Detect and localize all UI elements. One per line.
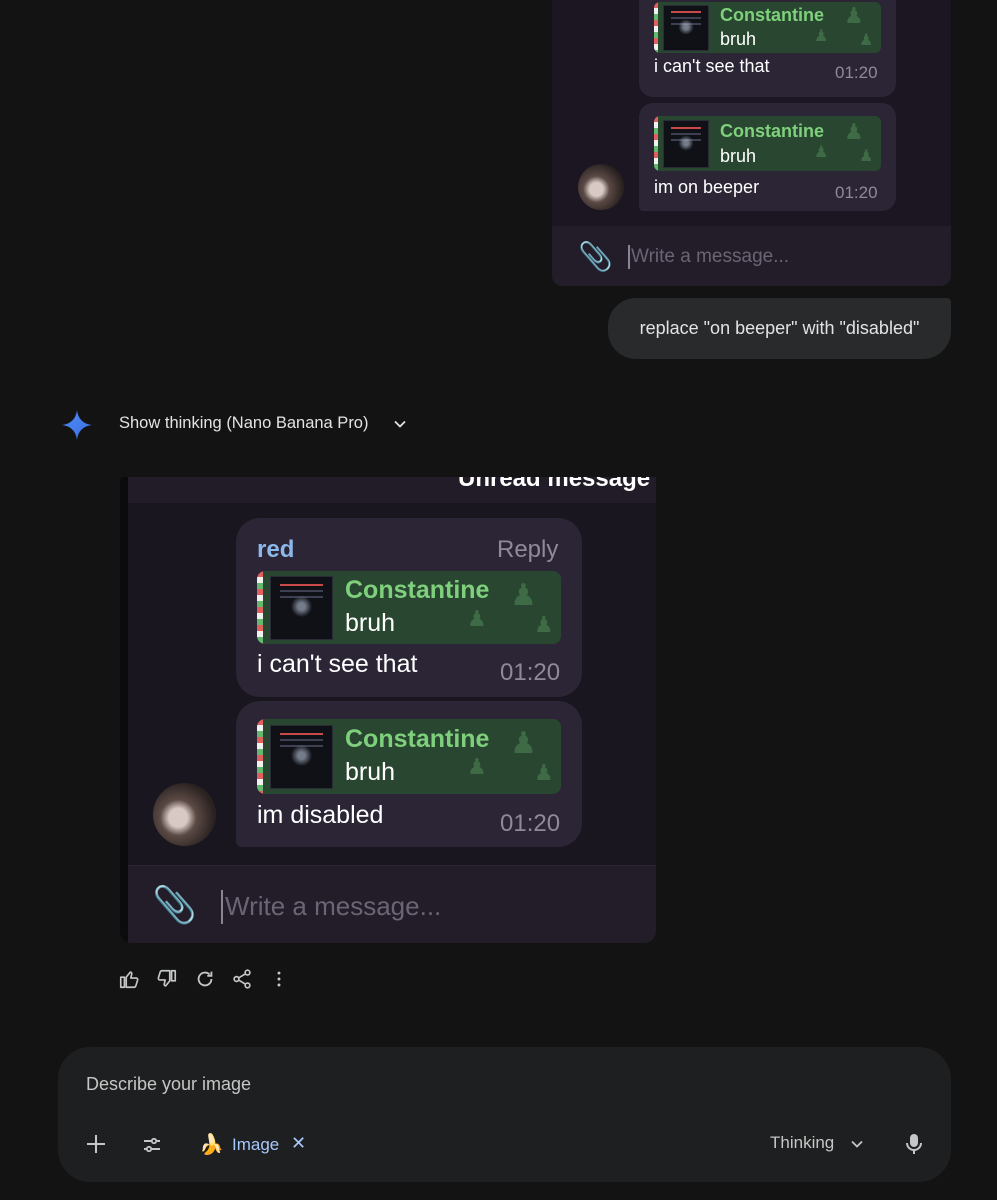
message-time: 01:20: [500, 659, 561, 686]
quote-thumbnail: [270, 576, 333, 640]
message-text: im on beeper: [654, 177, 760, 197]
image-chip-label[interactable]: Image: [232, 1135, 279, 1155]
reply-button[interactable]: Reply: [497, 536, 558, 564]
prompt-input[interactable]: Describe your image: [86, 1074, 251, 1095]
tools-icon[interactable]: [141, 1134, 163, 1156]
more-options-icon[interactable]: [268, 968, 292, 992]
amogus-pattern: ♟: [844, 4, 864, 29]
chevron-down-icon[interactable]: [392, 416, 408, 432]
close-icon[interactable]: ✕: [291, 1133, 306, 1154]
message-bubble: ♟ ♟ ♟ Constantine bruh im disabled 01:20: [236, 701, 582, 847]
uploaded-screenshot: ♟ ♟ ♟ Constantine bruh i can't see that …: [552, 0, 951, 286]
thumbs-up-icon[interactable]: [118, 968, 142, 992]
message-bubble: ♟ ♟ ♟ Constantine bruh i can't see that …: [639, 0, 896, 97]
message-placeholder: Write a message...: [225, 891, 442, 921]
quote-sender: Constantine: [720, 5, 825, 25]
message-time: 01:20: [500, 810, 561, 837]
generated-image[interactable]: Unread message red Reply ♟ ♟ ♟ Constanti…: [120, 477, 656, 943]
reply-quote: ♟ ♟ ♟ Constantine bruh: [257, 719, 561, 794]
quote-sender: Constantine: [345, 576, 490, 604]
user-message-bubble: replace "on beeper" with "disabled": [608, 298, 951, 359]
message-input-bar: 📎 Write a message...: [128, 865, 656, 943]
user-message-text: replace "on beeper" with "disabled": [639, 318, 920, 338]
quote-text: bruh: [345, 609, 396, 637]
prompt-composer: Describe your image 🍌 Image ✕ Thinking: [58, 1047, 951, 1182]
paperclip-icon: 📎: [578, 240, 613, 273]
add-icon[interactable]: [85, 1133, 107, 1155]
quote-text: bruh: [720, 29, 757, 49]
paperclip-icon: 📎: [152, 885, 197, 926]
message-placeholder: Write a message...: [631, 246, 790, 267]
message-input-bar: 📎 Write a message...: [552, 226, 951, 286]
message-text: i can't see that: [257, 650, 418, 678]
quote-text: bruh: [345, 758, 396, 786]
share-icon[interactable]: [231, 968, 255, 992]
message-time: 01:20: [835, 63, 878, 82]
quote-sender: Constantine: [720, 121, 825, 141]
quote-thumbnail: [663, 5, 709, 51]
microphone-icon[interactable]: [903, 1132, 925, 1156]
reply-quote: ♟ ♟ ♟ Constantine bruh: [654, 116, 881, 171]
chevron-down-icon[interactable]: [850, 1137, 864, 1151]
quote-thumbnail: [270, 725, 333, 789]
message-text: im disabled: [257, 801, 384, 829]
regenerate-icon[interactable]: [194, 968, 218, 992]
message-bubble: ♟ ♟ ♟ Constantine bruh im on beeper 01:2…: [639, 103, 896, 211]
show-thinking-toggle[interactable]: Show thinking (Nano Banana Pro): [119, 414, 368, 433]
gemini-sparkle-icon: [62, 410, 92, 440]
message-bubble: red Reply ♟ ♟ ♟ Constantine bruh i can't…: [236, 518, 582, 697]
quote-sender: Constantine: [345, 725, 490, 753]
message-text: i can't see that: [654, 56, 770, 76]
thumbs-down-icon[interactable]: [156, 968, 180, 992]
quote-text: bruh: [720, 146, 757, 166]
mode-selector[interactable]: Thinking: [770, 1133, 834, 1153]
sender-name: red: [257, 536, 295, 563]
reply-quote: ♟ ♟ ♟ Constantine bruh: [654, 2, 881, 53]
banana-icon: 🍌: [199, 1134, 224, 1156]
message-time: 01:20: [835, 183, 878, 202]
avatar: [578, 164, 624, 210]
reply-quote: ♟ ♟ ♟ Constantine bruh: [257, 571, 561, 644]
quote-thumbnail: [663, 120, 709, 168]
unread-header: Unread message: [128, 477, 656, 503]
avatar: [153, 783, 216, 846]
